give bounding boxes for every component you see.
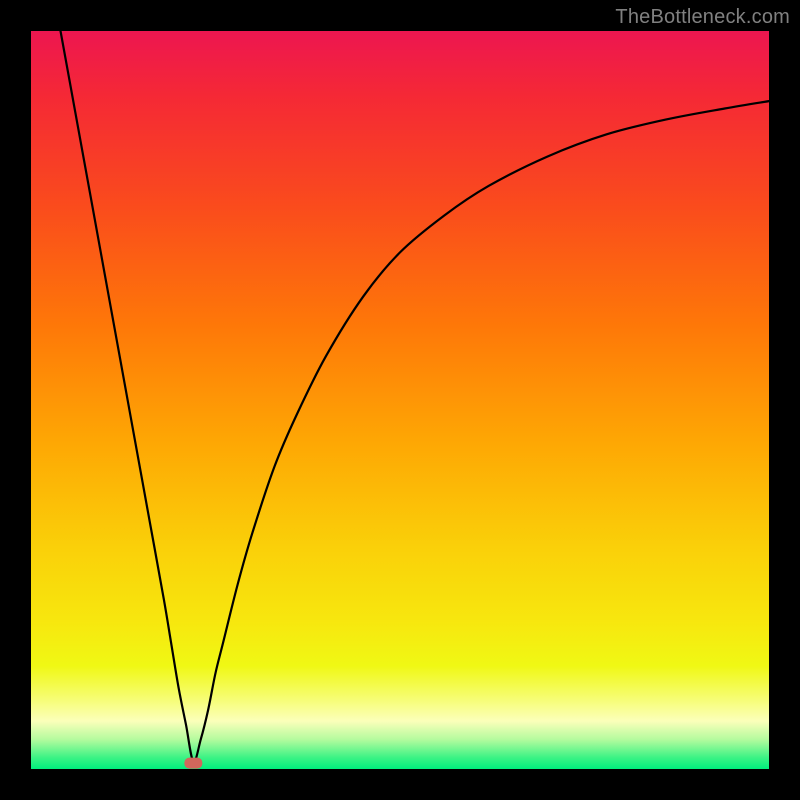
plot-area (31, 31, 769, 769)
bottleneck-curve (61, 31, 769, 762)
watermark-text: TheBottleneck.com (615, 6, 790, 29)
chart-frame: TheBottleneck.com (0, 0, 800, 800)
balance-marker (184, 758, 202, 769)
curve-layer (31, 31, 769, 769)
